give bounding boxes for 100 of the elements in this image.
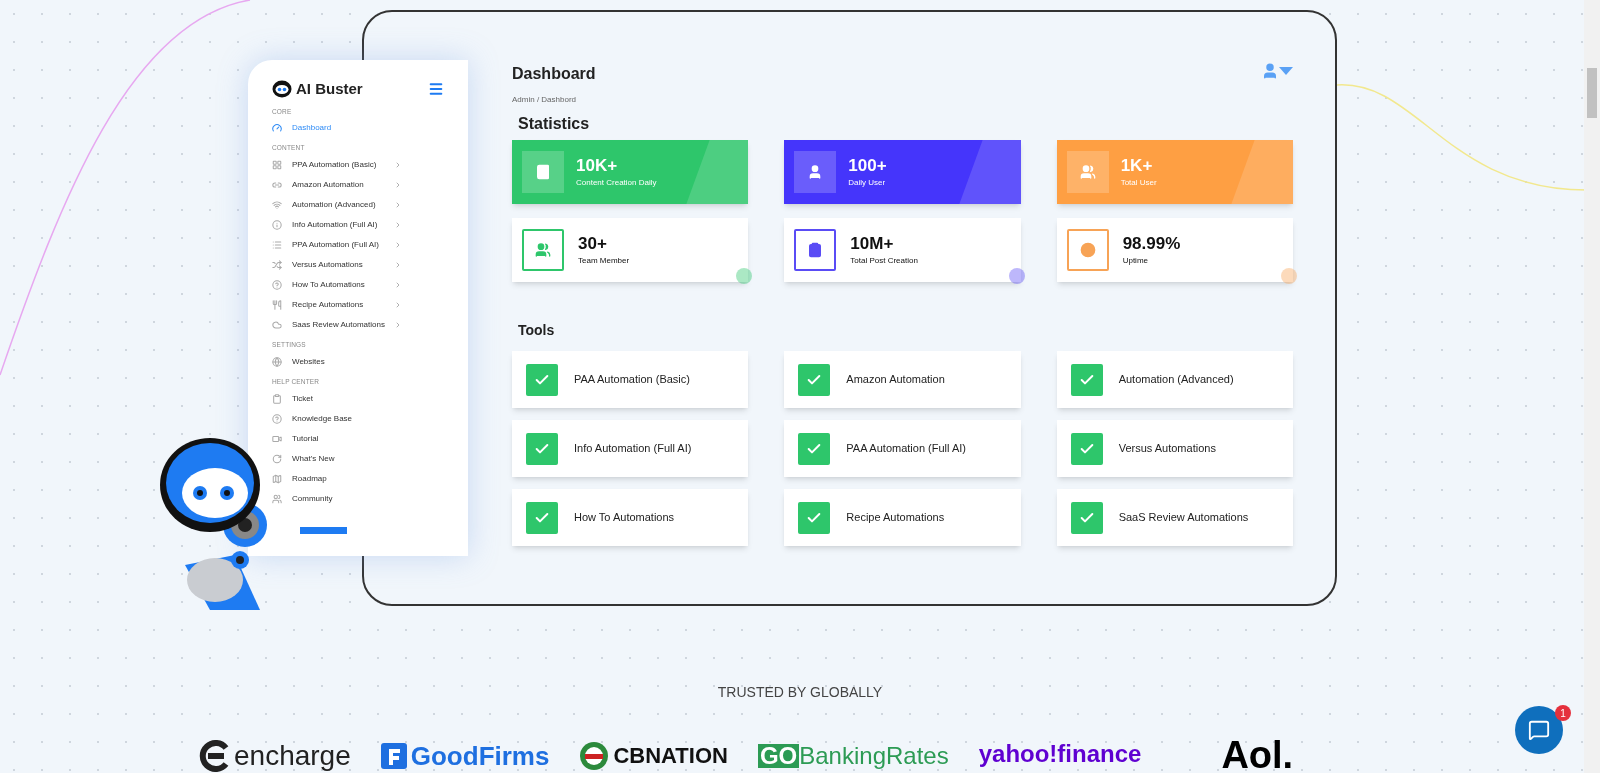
tool-card[interactable]: Automation (Advanced) xyxy=(1056,351,1293,408)
tool-label: Recipe Automations xyxy=(846,510,945,526)
breadcrumb: Admin / Dashbord xyxy=(512,94,578,106)
menu-item-icon xyxy=(272,453,282,464)
menu-item-icon xyxy=(272,240,282,250)
sidebar-item[interactable]: Saas Review Automations xyxy=(272,315,402,335)
checkbox[interactable] xyxy=(798,501,831,534)
clipboard-icon xyxy=(807,242,824,258)
checkbox[interactable] xyxy=(798,432,831,465)
section-title: Tools xyxy=(518,321,556,340)
sidebar-item[interactable]: What's New xyxy=(272,448,402,469)
menu-item-icon xyxy=(272,280,282,290)
sidebar-item[interactable]: PPA Automation (Full AI) xyxy=(272,235,402,255)
sidebar-item[interactable]: Recipe Automations xyxy=(272,295,402,315)
stat-label: Total User xyxy=(1120,176,1157,189)
tool-card[interactable]: Versus Automations xyxy=(1056,420,1293,477)
brand-name: AI Buster xyxy=(296,79,363,99)
sidebar-item[interactable]: Info Automation (Full AI) xyxy=(272,215,402,235)
checkbox[interactable] xyxy=(1070,363,1103,396)
tool-card[interactable]: Info Automation (Full AI) xyxy=(512,420,749,477)
logo-text: GoodFirms xyxy=(410,742,550,769)
decoration-blob xyxy=(1008,268,1025,284)
decoration-blob xyxy=(1281,268,1297,284)
menu-item-icon xyxy=(272,123,282,134)
user-icon xyxy=(1261,62,1279,80)
chat-icon xyxy=(1528,719,1550,741)
badge-logo-icon xyxy=(579,740,610,771)
stat-label: Total Post Creation xyxy=(850,254,918,267)
stat-label: Team Member xyxy=(578,254,630,267)
stat-value: 30+ xyxy=(578,233,608,255)
robot-logo-icon xyxy=(272,80,292,99)
trusted-heading: TRUSTED BY GLOBALLY xyxy=(716,683,884,702)
stat-value: 10M+ xyxy=(850,233,895,255)
menu-item-icon xyxy=(272,413,282,424)
menu-item-icon xyxy=(272,160,282,170)
tool-label: Versus Automations xyxy=(1118,441,1216,457)
menu-item-icon xyxy=(272,320,282,330)
logo-text: CBNATION xyxy=(613,744,728,767)
tool-card[interactable]: Amazon Automation xyxy=(784,351,1021,408)
stat-value: 1K+ xyxy=(1120,155,1154,177)
stat-value: 98.99% xyxy=(1122,233,1181,255)
tool-label: PAA Automation (Basic) xyxy=(574,372,690,388)
menu-item-icon xyxy=(272,393,282,404)
sidebar-item[interactable]: Ticket xyxy=(272,388,402,409)
users-icon xyxy=(535,242,551,258)
decoration-blob xyxy=(736,268,753,284)
f-logo-icon xyxy=(380,742,407,769)
sidebar-item[interactable]: Community xyxy=(272,488,402,509)
scrollbar[interactable] xyxy=(1584,0,1600,773)
tool-card[interactable]: How To Automations xyxy=(512,489,749,546)
menu-item-icon xyxy=(272,260,282,270)
checkbox[interactable] xyxy=(526,363,558,396)
checkbox[interactable] xyxy=(1070,432,1103,465)
c-logo-icon xyxy=(198,739,230,772)
logo-text: yahoo!finance xyxy=(978,740,1142,767)
tool-label: Info Automation (Full AI) xyxy=(574,441,692,457)
checkbox[interactable] xyxy=(798,363,831,396)
tool-card[interactable]: PAA Automation (Basic) xyxy=(512,351,749,408)
notification-badge: 1 xyxy=(1555,705,1571,721)
page-title: Dashboard xyxy=(512,64,596,84)
tool-card[interactable]: SaaS Review Automations xyxy=(1056,489,1293,546)
tool-label: PAA Automation (Full AI) xyxy=(846,441,966,457)
sidebar-item[interactable]: Automation (Advanced) xyxy=(272,195,402,215)
sidebar-item[interactable]: Knowledge Base xyxy=(272,408,402,429)
stat-value: 100+ xyxy=(848,155,887,177)
checkbox[interactable] xyxy=(526,501,558,534)
sidebar-item[interactable]: Amazon Automation xyxy=(272,175,402,195)
menu-item-icon xyxy=(272,180,282,190)
stat-label: Uptime xyxy=(1122,254,1149,267)
menu-item-icon xyxy=(272,473,282,484)
sidebar-item[interactable]: PPA Automation (Basic) xyxy=(272,155,402,175)
sidebar-item[interactable]: Versus Automations xyxy=(272,255,402,275)
menu-item-icon xyxy=(272,300,282,310)
book-icon xyxy=(535,164,551,180)
logo-text: encharge xyxy=(234,741,351,770)
tool-label: How To Automations xyxy=(574,510,675,526)
sidebar-item[interactable]: How To Automations xyxy=(272,275,402,295)
checkbox[interactable] xyxy=(526,432,558,465)
menu-item-icon xyxy=(272,433,282,444)
tool-label: Amazon Automation xyxy=(846,372,945,388)
sidebar-item[interactable]: Tutorial xyxy=(272,428,402,449)
logo-badge: GO xyxy=(757,743,800,768)
tool-card[interactable]: PAA Automation (Full AI) xyxy=(784,420,1021,477)
stat-label: Daily User xyxy=(848,176,887,189)
user-menu[interactable] xyxy=(1261,62,1293,80)
logo-text: Aol. xyxy=(1221,734,1294,773)
stat-value: 10K+ xyxy=(576,155,619,177)
menu-icon[interactable] xyxy=(428,81,444,98)
sidebar-item[interactable]: Websites xyxy=(272,351,402,372)
users-icon xyxy=(1079,164,1096,180)
chat-button[interactable] xyxy=(1515,706,1563,754)
logo-text: BankingRates xyxy=(799,743,949,768)
checkbox[interactable] xyxy=(1070,501,1103,534)
sidebar-item[interactable]: Roadmap xyxy=(272,468,402,489)
tool-card[interactable]: Recipe Automations xyxy=(784,489,1021,546)
tool-label: SaaS Review Automations xyxy=(1118,510,1249,526)
section-title: Statistics xyxy=(518,114,591,134)
sidebar-item[interactable]: Dashboard xyxy=(272,118,402,139)
caret-icon xyxy=(1279,67,1293,75)
menu-item-icon xyxy=(272,200,282,210)
